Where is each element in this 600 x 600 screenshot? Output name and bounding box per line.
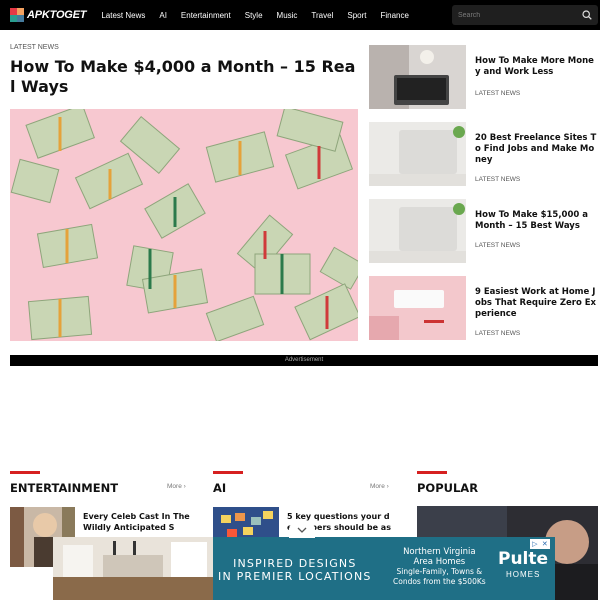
hero-kicker[interactable]: LATEST NEWS	[10, 44, 59, 51]
card-title[interactable]: Every Celeb Cast In The Wildly Anticipat…	[83, 511, 191, 537]
section-rule	[213, 471, 243, 474]
ad-info-icon[interactable]: ▷	[532, 540, 537, 548]
search-box	[452, 5, 598, 25]
article-thumbnail[interactable]	[369, 199, 466, 263]
nav-item-travel[interactable]: Travel	[304, 11, 340, 20]
chevron-down-icon	[297, 527, 307, 533]
ad-details-line3: Single-Family, Towns &	[396, 567, 483, 576]
side-article-title[interactable]: 20 Best Freelance Sites To Find Jobs and…	[475, 133, 599, 166]
article-thumbnail[interactable]	[369, 276, 466, 340]
side-article-kicker[interactable]: LATEST NEWS	[475, 90, 520, 97]
ad-details-line2: Area Homes	[413, 557, 466, 567]
more-label: More	[370, 483, 385, 490]
ad-details-line4: Condos from the $500Ks	[393, 577, 486, 586]
nav-item-finance[interactable]: Finance	[373, 11, 415, 20]
ad-headline-line1: INSPIRED DESIGNS	[233, 557, 357, 570]
close-icon[interactable]: ✕	[542, 540, 548, 548]
collapse-ad-button[interactable]	[289, 522, 315, 538]
section-title[interactable]: POPULAR	[417, 481, 478, 495]
side-article-kicker[interactable]: LATEST NEWS	[475, 330, 520, 337]
search-input[interactable]	[452, 5, 579, 25]
nav-item-entertainment[interactable]: Entertainment	[174, 11, 238, 20]
ad-close-controls[interactable]: ▷ ✕	[530, 539, 550, 549]
nav-item-latest-news[interactable]: Latest News	[94, 11, 152, 20]
logo-icon	[10, 8, 24, 22]
site-logo[interactable]: APKTOGET	[10, 8, 87, 22]
advertisement-label: Advertisement	[10, 355, 598, 366]
logo-text: APKTOGET	[27, 9, 87, 21]
side-article-title[interactable]: How To Make $15,000 a Month – 15 Best Wa…	[475, 210, 599, 232]
ad-brand-sub: HOMES	[506, 570, 541, 579]
ad-banner[interactable]: INSPIRED DESIGNS IN PREMIER LOCATIONS No…	[53, 537, 555, 600]
section-title[interactable]: AI	[213, 481, 226, 495]
ad-details: Northern Virginia Area Homes Single-Fami…	[393, 547, 486, 587]
nav-item-ai[interactable]: AI	[152, 11, 174, 20]
side-article-title[interactable]: 9 Easiest Work at Home Jobs That Require…	[475, 287, 599, 320]
top-nav: APKTOGET Latest News AI Entertainment St…	[0, 0, 600, 30]
chevron-right-icon: ›	[386, 483, 389, 490]
section-rule	[417, 471, 447, 474]
side-article-title[interactable]: How To Make More Money and Work Less	[475, 56, 599, 78]
more-label: More	[167, 483, 182, 490]
ad-details-line1: Northern Virginia	[403, 547, 476, 557]
article-thumbnail[interactable]	[369, 45, 466, 109]
nav-item-sport[interactable]: Sport	[340, 11, 373, 20]
side-article-kicker[interactable]: LATEST NEWS	[475, 176, 520, 183]
section-rule	[10, 471, 40, 474]
hero-title[interactable]: How To Make $4,000 a Month – 15 Real Way…	[10, 57, 360, 97]
more-link[interactable]: More ›	[167, 483, 186, 490]
hero-image[interactable]	[10, 109, 358, 341]
chevron-right-icon: ›	[183, 483, 186, 490]
ad-brand: Pulte	[498, 549, 549, 569]
article-thumbnail[interactable]	[369, 122, 466, 186]
search-icon[interactable]	[579, 7, 595, 23]
more-link[interactable]: More ›	[370, 483, 389, 490]
nav-item-style[interactable]: Style	[238, 11, 270, 20]
ad-headline-line2: IN PREMIER LOCATIONS	[218, 570, 372, 583]
nav-item-music[interactable]: Music	[270, 11, 305, 20]
ad-headline: INSPIRED DESIGNS IN PREMIER LOCATIONS	[218, 557, 372, 583]
section-title[interactable]: ENTERTAINMENT	[10, 481, 118, 495]
side-article-kicker[interactable]: LATEST NEWS	[475, 242, 520, 249]
